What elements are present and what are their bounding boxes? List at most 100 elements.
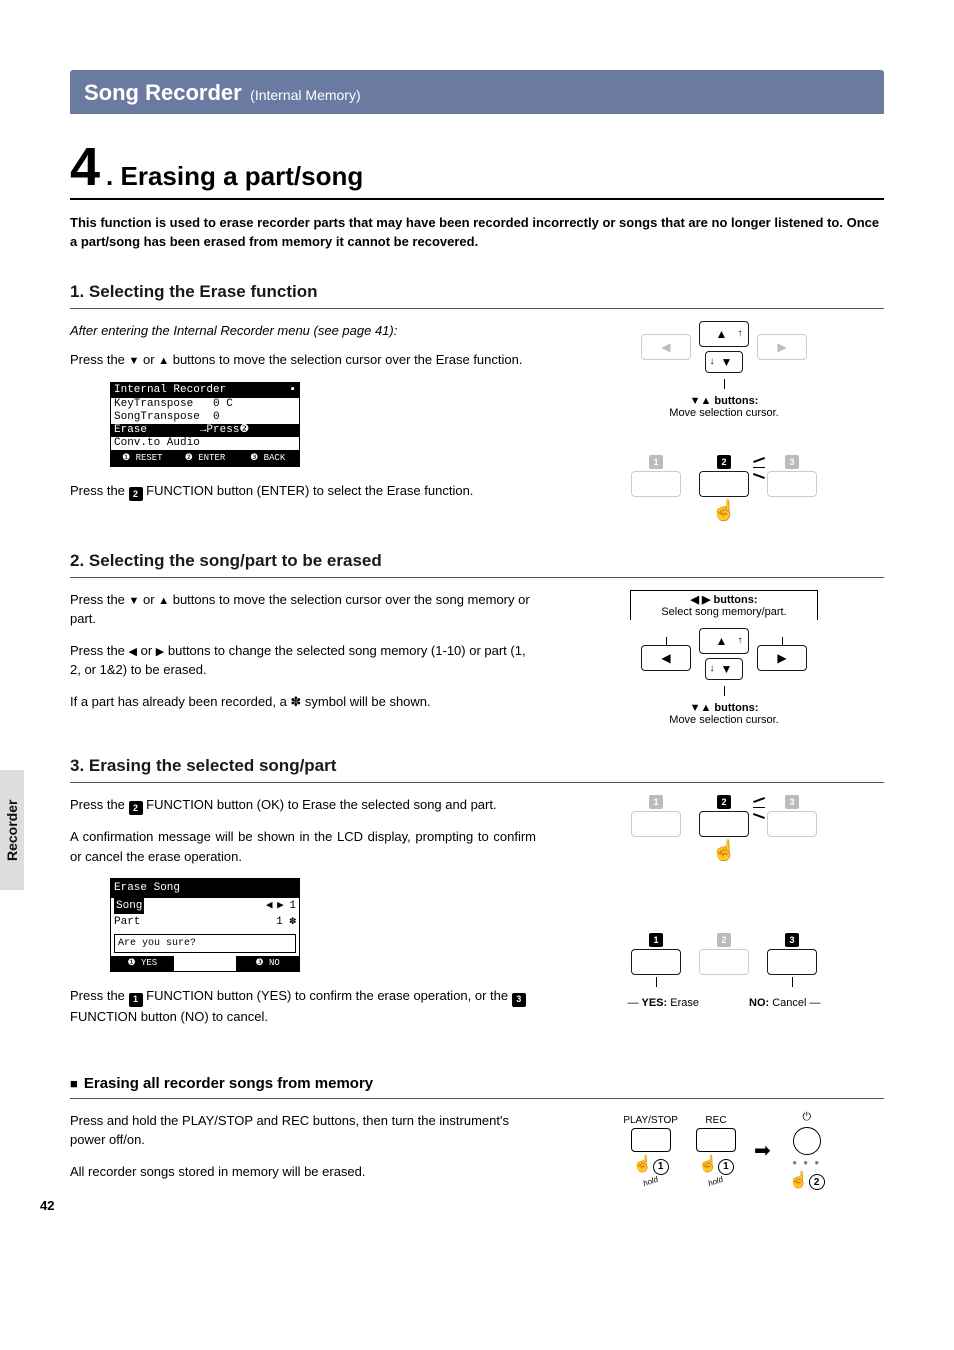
yes-desc: Erase (670, 997, 699, 1009)
fn1-badge: 1 (129, 993, 143, 1007)
hold-label: hold (707, 1174, 724, 1188)
fn1-button (631, 471, 681, 497)
left-button: ◀ (641, 334, 691, 360)
caption-text: Select song memory/part. (661, 606, 786, 618)
step-1b: 1 (718, 1159, 734, 1175)
yes-no-labels: — YES: Erase NO: Cancel — (627, 997, 820, 1009)
dpad-caption: ▼▲ buttons:Move selection cursor. (669, 395, 778, 419)
lcd-arrows: ◀ ▶ (266, 900, 283, 912)
rec-label: REC (705, 1115, 726, 1126)
caption-bold: ▼▲ buttons: (690, 702, 759, 714)
side-tab-recorder: Recorder (0, 770, 24, 890)
lcd-icon: ▪ (289, 384, 296, 397)
dpad-diagram-1: ◀ ▲↑ ↓▼ ▶ ▼▲ buttons:Move selection curs… (641, 321, 807, 419)
section1-p2: Press the 2 FUNCTION button (ENTER) to s… (70, 481, 536, 502)
fn3-button (767, 471, 817, 497)
txt: or (139, 352, 158, 367)
lcd-prompt: Are you sure? (114, 934, 296, 953)
fn2-button (699, 811, 749, 837)
intro-text: This function is used to erase recorder … (70, 214, 884, 252)
txt: FUNCTION button (OK) to Erase the select… (143, 797, 497, 812)
heading-title: Erasing a part/song (121, 161, 364, 191)
section1-p1: Press the ▼ or ▲ buttons to move the sel… (70, 350, 536, 370)
yes-label: YES: (642, 997, 668, 1009)
right-button: ▶ (757, 334, 807, 360)
txt: Press the (70, 797, 129, 812)
power-button (793, 1127, 821, 1155)
lcd-fn1: ❶ YES (111, 956, 174, 972)
fn2-badge: 2 (129, 801, 143, 815)
caption-bold: ◀ ▶ buttons: (690, 594, 757, 606)
left-icon: ◀ (129, 646, 137, 658)
play-stop-label: PLAY/STOP (623, 1115, 678, 1126)
left-button: ◀ (641, 645, 691, 671)
hand-icon: ☝ (712, 501, 737, 521)
fn1-icon: 1 (649, 933, 663, 947)
heading-suffix: . (106, 161, 113, 191)
txt: Press the (70, 483, 129, 498)
fn-buttons-diagram-1: 1 2 ☝ 3 (631, 455, 817, 521)
erase-all-heading: Erasing all recorder songs from memory (70, 1075, 884, 1099)
up-icon: ▲ (158, 355, 169, 367)
chapter-subtitle: (Internal Memory) (250, 87, 360, 103)
chapter-title: Song Recorder (84, 80, 242, 105)
lcd-val: 1 ✽ (276, 914, 296, 931)
lcd-row-selected: Erase →Press❷ (111, 424, 299, 437)
section1-heading: 1. Selecting the Erase function (70, 282, 884, 309)
lcd-fn3: ❸ BACK (236, 450, 299, 466)
erase-all-p2: All recorder songs stored in memory will… (70, 1162, 536, 1182)
lcd-fn1: ❶ RESET (111, 450, 174, 466)
hand-icon: ☝2 (789, 1170, 825, 1191)
lcd-label-selected: Song (114, 898, 144, 915)
lcd-row: Part1 ✽ (111, 914, 299, 931)
lcd-fn2: ❷ ENTER (174, 450, 237, 466)
fn2-icon: 2 (717, 795, 731, 809)
fn1-button (631, 949, 681, 975)
fn1-icon: 1 (649, 455, 663, 469)
lcd-row: Song ◀ ▶ 1 (111, 898, 299, 915)
txt: Press the (70, 643, 129, 658)
heading-number: 4 (70, 140, 100, 194)
fn2-button (699, 471, 749, 497)
fn2-icon: 2 (717, 455, 731, 469)
down-button: ↓▼ (705, 351, 743, 373)
fn3-badge: 3 (512, 993, 526, 1007)
lcd-fn2-empty (174, 956, 237, 972)
fn1-icon: 1 (649, 795, 663, 809)
hold-label: hold (642, 1174, 659, 1188)
txt: FUNCTION button (NO) to cancel. (70, 1009, 268, 1024)
ud-caption: ▼▲ buttons:Move selection cursor. (669, 702, 778, 726)
step-1: 1 (653, 1159, 669, 1175)
down-icon: ▼ (129, 355, 140, 367)
section3-p2: A confirmation message will be shown in … (70, 827, 536, 866)
fn3-button (767, 811, 817, 837)
lcd-title: Internal Recorder (114, 384, 226, 397)
indicator-dots: ● ● ● (792, 1158, 821, 1167)
section2-heading: 2. Selecting the song/part to be erased (70, 551, 884, 578)
power-icon: ⏻ (802, 1111, 811, 1124)
txt: Press the (70, 988, 129, 1003)
down-button: ↓▼ (705, 658, 743, 680)
fn-buttons-diagram-2: 1 2 ☝ 3 (631, 795, 817, 861)
fn2-icon: 2 (717, 933, 731, 947)
section3-p3: Press the 1 FUNCTION button (YES) to con… (70, 986, 536, 1026)
caption-bold: ▼▲ buttons: (690, 395, 759, 407)
play-stop-button (631, 1128, 671, 1152)
chapter-header: Song Recorder (Internal Memory) (70, 70, 884, 114)
no-label: NO: (749, 997, 769, 1009)
txt: Press the (70, 592, 129, 607)
lcd-erase-song: Erase Song Song ◀ ▶ 1 Part1 ✽ Are you su… (110, 878, 300, 972)
rec-button (696, 1128, 736, 1152)
txt: buttons to move the selection cursor ove… (169, 352, 522, 367)
lcd-internal-recorder: Internal Recorder▪ KeyTranspose 0 C Song… (110, 382, 300, 467)
lcd-row: Conv.to Audio (111, 437, 299, 450)
hand-icon: ☝1 (698, 1154, 734, 1175)
up-button: ▲↑ (699, 628, 749, 654)
txt: or (137, 643, 156, 658)
lcd-row: SongTranspose 0 (111, 411, 299, 424)
lr-bracket: ◀ ▶ buttons:Select song memory/part. (630, 590, 817, 620)
txt: or (139, 592, 158, 607)
step-2: 2 (809, 1174, 825, 1190)
play-stop-rec-diagram: PLAY/STOP ☝1 hold REC ☝1 hold ➡ ⏻ ● ● ● … (623, 1111, 824, 1191)
section3-heading: 3. Erasing the selected song/part (70, 756, 884, 783)
